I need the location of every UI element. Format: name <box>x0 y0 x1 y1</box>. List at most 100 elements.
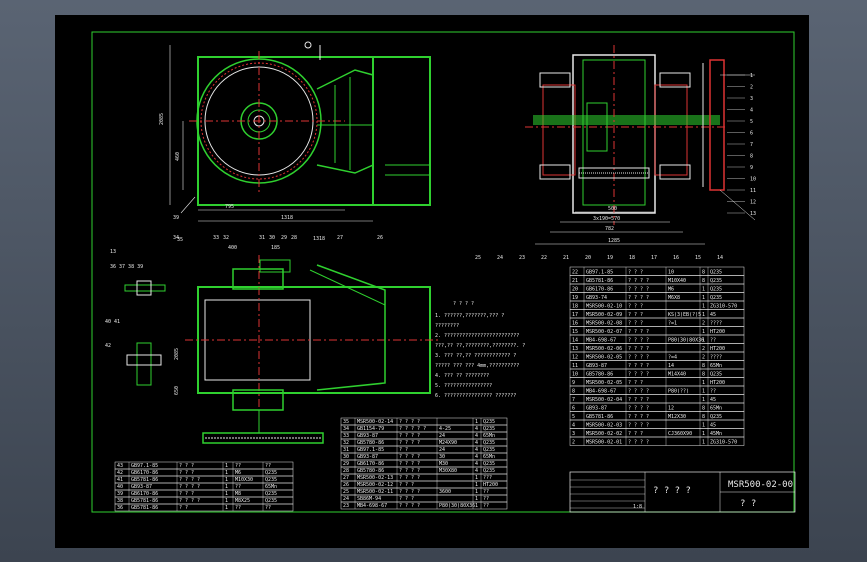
table-cell: 9 <box>572 380 575 386</box>
table-cell: 1 <box>225 477 228 483</box>
plan-balloon: 30 <box>269 235 275 241</box>
table-cell: 1 <box>702 338 705 344</box>
title-text: ? ? ? ? <box>653 486 691 496</box>
section-balloon: 6 <box>750 131 753 137</box>
table-cell: 1 <box>702 423 705 429</box>
table-cell: GB93-87 <box>586 363 607 369</box>
table-row: 2 MSR500-02-01 ? ? ? ? 1 ZG310-570 <box>569 436 745 446</box>
table-cell: 33 <box>343 433 349 439</box>
table-cell: 1 <box>225 505 228 511</box>
table-cell: 45 <box>710 423 716 429</box>
table-cell: M6X8 <box>668 295 680 301</box>
table-cell: 17 <box>572 312 578 318</box>
table-cell: Q235 <box>483 447 495 453</box>
detail-label-35: 35 <box>177 237 183 243</box>
table-cell: 27 <box>343 475 349 481</box>
table-cell: MSR500-02-05 <box>586 355 622 361</box>
table-cell: ? ? <box>179 505 188 511</box>
table-cell: 7 <box>572 397 575 403</box>
section-balloon: 23 <box>519 255 525 261</box>
note-line: ????? ??? ??? 4mm,?????????? <box>435 363 519 369</box>
table-cell: Q235 <box>265 470 277 476</box>
dim-height-axis: 460 <box>175 152 181 161</box>
table-row: 22 GB97.1-85 ? ? ? 10 8 Q235 <box>569 266 745 276</box>
table-cell: ?? <box>710 338 716 344</box>
table-row: 26 MSR500-02-12 ? ? ? 1 HT200 <box>340 480 508 489</box>
table-cell: ? ? ? <box>179 470 194 476</box>
table-cell: ? ? ? ? <box>628 338 649 344</box>
table-cell: 35 <box>343 419 349 425</box>
table-cell: MB4-698-67 <box>586 389 616 395</box>
table-cell: ? ? ? <box>628 304 643 310</box>
table-cell: GB5781-86 <box>586 278 613 284</box>
table-cell: 4 <box>475 426 478 432</box>
dim-section-4: 1285 <box>608 238 620 244</box>
table-cell: 12 <box>572 355 578 361</box>
table-cell: MB4-698-67 <box>586 338 616 344</box>
table-cell: 1 <box>225 498 228 504</box>
table-cell: MSR500-02-14 <box>357 419 393 425</box>
table-cell: 45Mn <box>710 431 722 437</box>
table-cell: ?? <box>483 496 489 502</box>
table-cell: 38 <box>117 498 123 504</box>
table-cell: 1 <box>475 489 478 495</box>
table-cell: 4 <box>475 468 478 474</box>
table-cell: 14 <box>572 338 578 344</box>
table-cell: ?? <box>235 505 241 511</box>
dim-height-total: 2085 <box>159 113 165 125</box>
table-cell: Q235 <box>483 426 495 432</box>
detail-label-42: 42 <box>105 343 111 349</box>
table-cell: HT200 <box>710 329 725 335</box>
table-cell: ? ? ? ? <box>399 475 420 481</box>
table-cell: ? ? ? ? <box>628 372 649 378</box>
table-cell: ?? <box>483 503 489 509</box>
table-cell: HT200 <box>483 482 498 488</box>
table-cell: ? ? ? <box>399 482 414 488</box>
section-balloon: 3 <box>750 96 753 102</box>
table-cell: 45 <box>710 312 716 318</box>
table-cell: MSR500-02-03 <box>586 423 622 429</box>
table-cell: 10 <box>572 372 578 378</box>
note-line: 3. ??? ??,?? ???????????? ? <box>435 353 516 359</box>
table-cell: 3600 <box>439 489 451 495</box>
table-cell: 1 <box>225 463 228 469</box>
technical-notes: ? ? ? ? 1. ??????,???????,??? ? ????????… <box>435 301 525 399</box>
section-balloon: 25 <box>475 255 481 261</box>
table-cell: 11 <box>572 363 578 369</box>
table-cell: 41 <box>117 477 123 483</box>
table-row: 35 MSR500-02-14 ? ? ? ? 1 Q235 <box>340 417 508 426</box>
table-cell: 12 <box>668 406 674 412</box>
plan-balloon: 26 <box>377 235 383 241</box>
table-row: 24 SB86M-94 ? ? ? 1?? <box>340 494 508 503</box>
table-cell: ? ? ? ? <box>628 389 649 395</box>
table-cell: 65Mn <box>483 454 495 460</box>
table-cell: 36 <box>117 505 123 511</box>
table-cell: 8 <box>702 372 705 378</box>
table-cell: MB4-698-67 <box>357 503 387 509</box>
table-cell: M10X40 <box>668 278 686 284</box>
table-cell: Q235 <box>265 491 277 497</box>
table-cell: KS(3)EB(?)5 <box>668 312 701 318</box>
table-cell: GB93-87 <box>357 433 378 439</box>
table-cell: ? ? ? ? <box>399 468 420 474</box>
table-cell: 32 <box>343 440 349 446</box>
table-cell: GB5781-86 <box>586 414 613 420</box>
table-row: 10 GB5780-86 ? ? ? ? M14X40 8 Q235 <box>569 368 745 378</box>
section-balloon: 12 <box>750 200 756 206</box>
table-cell: GB5780-86 <box>357 468 384 474</box>
section-balloon: 10 <box>750 177 756 183</box>
table-cell: 19 <box>572 295 578 301</box>
table-cell: 16 <box>572 321 578 327</box>
table-cell: ? ? ? ? <box>179 484 200 490</box>
detail-label-40: 40 41 <box>105 319 120 325</box>
note-line: 4. ??? ?? ???????? <box>435 373 489 379</box>
notes-heading: ? ? ? ? <box>453 301 474 307</box>
table-cell: P80(30)80X36 <box>439 503 475 509</box>
plan-balloon: 31 <box>259 235 265 241</box>
table-cell: 24 <box>439 433 445 439</box>
table-cell: ?? <box>235 484 241 490</box>
table-cell: ? ? <box>399 447 408 453</box>
table-cell: ? ? ? ? <box>399 440 420 446</box>
plan-dim-b: 185 <box>271 245 280 251</box>
table-row: 28 GB5780-86 ? ? ? ? M30X80 4 Q235 <box>340 466 508 475</box>
